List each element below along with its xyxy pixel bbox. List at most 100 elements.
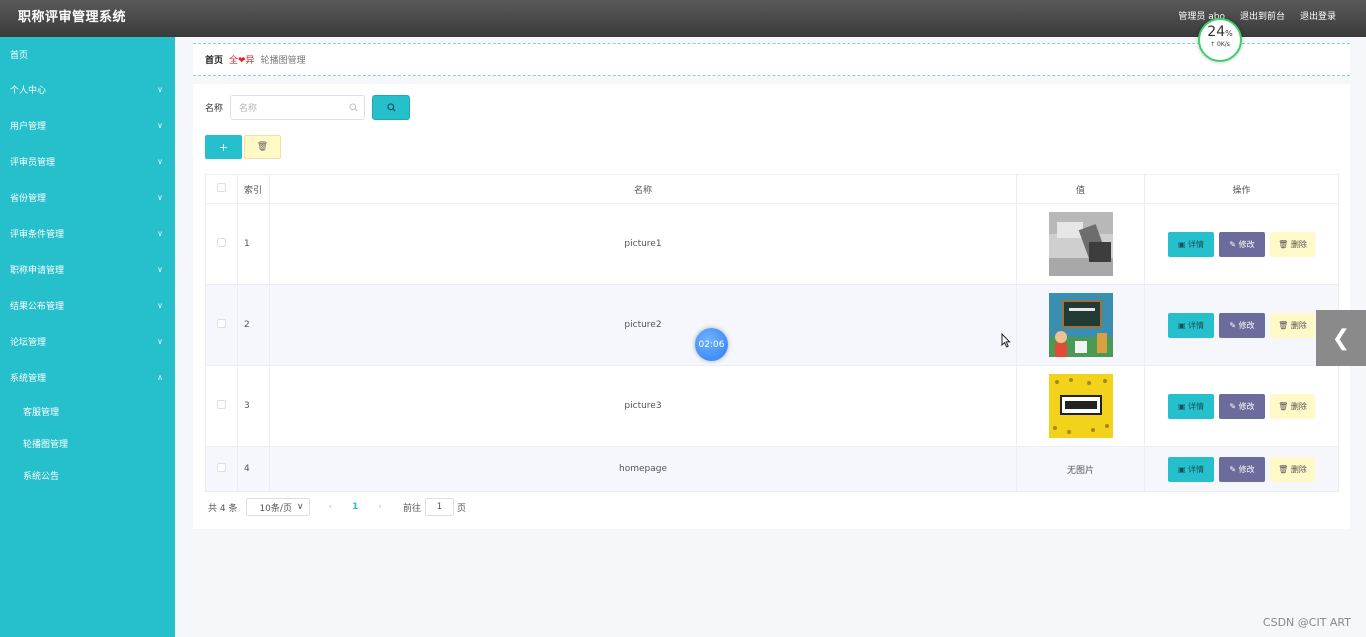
chevron-down-icon: ∨ (157, 156, 163, 166)
top-header: 职称评审管理系统 管理员 abo 退出到前台 退出登录 (0, 0, 1366, 37)
delete-label: 删除 (1290, 320, 1307, 330)
detail-label: 详情 (1188, 239, 1205, 249)
edit-button[interactable]: ✎ 修改 (1219, 456, 1265, 482)
sidebar-item-label: 用户管理 (10, 121, 47, 132)
batch-delete-button[interactable]: 🗑 (244, 135, 281, 159)
pagination: 共 4 条 10条/页 ∨ ‹ 1 › 前往 1 页 (208, 498, 466, 516)
sidebar-item-user-management[interactable]: 用户管理 ∨ (0, 107, 175, 143)
column-header-name: 名称 (269, 174, 1017, 204)
table-row: 1 picture1 ▣ 详情 ✎ 修改 🗑 删除 (205, 203, 1339, 285)
sidebar-item-system-management[interactable]: 系统管理 ∧ (0, 359, 175, 395)
select-all-checkbox[interactable] (217, 183, 226, 192)
select-all-cell (205, 174, 238, 204)
network-speed-widget[interactable]: 24% ↑ 0K/s (1198, 18, 1242, 62)
detail-icon: ▣ (1177, 239, 1189, 249)
delete-button[interactable]: 🗑 删除 (1270, 456, 1315, 482)
row-checkbox[interactable] (217, 238, 226, 247)
edit-button[interactable]: ✎ 修改 (1219, 393, 1265, 419)
logout-link[interactable]: 退出登录 (1300, 9, 1336, 22)
sidebar-item-label: 论坛管理 (10, 337, 47, 348)
row-name: homepage (269, 446, 1017, 492)
breadcrumb-home[interactable]: 首页 (205, 53, 223, 66)
sidebar-item-label: 首页 (10, 50, 29, 61)
search-button[interactable] (372, 95, 411, 120)
trash-icon: 🗑 (256, 142, 269, 152)
row-index: 2 (237, 284, 270, 366)
row-index: 4 (237, 446, 270, 492)
sidebar-item-review-criteria[interactable]: 评审条件管理 ∨ (0, 215, 175, 251)
next-page-icon[interactable]: › (378, 502, 382, 512)
timer-badge[interactable]: 02:06 (695, 328, 728, 361)
sidebar-item-home[interactable]: 首页 (0, 37, 175, 71)
edit-label: 修改 (1238, 401, 1255, 411)
office-photo-thumbnail[interactable] (1048, 212, 1113, 276)
prev-page-icon[interactable]: ‹ (328, 502, 332, 512)
delete-label: 删除 (1290, 464, 1307, 474)
edit-button[interactable]: ✎ 修改 (1219, 231, 1265, 257)
sidebar-subitem-announcement[interactable]: 系统公告 (0, 459, 175, 491)
sidebar-item-label: 系统管理 (10, 373, 47, 384)
detail-button[interactable]: ▣ 详情 (1168, 312, 1214, 338)
chevron-left-icon[interactable]: ❮ (1316, 310, 1366, 366)
row-checkbox[interactable] (217, 463, 226, 472)
sidebar-subitem-carousel[interactable]: 轮播图管理 (0, 427, 175, 459)
trash-icon: 🗑 (1278, 239, 1291, 249)
detail-icon: ▣ (1177, 401, 1189, 411)
row-select-cell (205, 365, 238, 447)
sidebar-item-province-management[interactable]: 省份管理 ∨ (0, 179, 175, 215)
detail-button[interactable]: ▣ 详情 (1168, 393, 1214, 419)
sidebar-item-result-announcement[interactable]: 结果公布管理 ∨ (0, 287, 175, 323)
carousel-table: 索引 名称 值 操作 1 picture1 ▣ 详情 ✎ 修改 🗑 删除 2 p… (205, 174, 1339, 492)
detail-label: 详情 (1188, 401, 1205, 411)
goto-page-input[interactable]: 1 (424, 498, 454, 516)
sidebar-item-label: 职称申请管理 (10, 265, 65, 276)
delete-button[interactable]: 🗑 删除 (1270, 393, 1315, 419)
trash-icon: 🗑 (1278, 464, 1291, 474)
goto-label: 前往 (402, 503, 421, 514)
row-checkbox[interactable] (217, 319, 226, 328)
page-number-current[interactable]: 1 (352, 502, 358, 512)
sidebar-item-title-application[interactable]: 职称申请管理 ∨ (0, 251, 175, 287)
sidebar-item-label: 个人中心 (10, 85, 47, 96)
column-header-index: 索引 (237, 174, 270, 204)
pencil-icon: ✎ (1229, 401, 1239, 411)
sidebar-item-forum-management[interactable]: 论坛管理 ∨ (0, 323, 175, 359)
classroom-illustration-thumbnail[interactable] (1048, 293, 1113, 357)
sidebar-item-label: 评审条件管理 (10, 229, 65, 240)
detail-label: 详情 (1188, 320, 1205, 330)
watermark: CSDN @CIT ART (1262, 616, 1351, 629)
search-input[interactable]: 名称 (230, 95, 366, 120)
yellow-banner-thumbnail[interactable] (1048, 374, 1113, 438)
sidebar-subitem-customer-service[interactable]: 客服管理 (0, 395, 175, 427)
sidebar-item-reviewer-management[interactable]: 评审员管理 ∨ (0, 143, 175, 179)
page-size-select[interactable]: 10条/页 ∨ (246, 498, 311, 516)
row-select-cell (205, 446, 238, 492)
sidebar-item-label: 评审员管理 (10, 157, 56, 168)
breadcrumb-separator: 全❤异 (229, 56, 255, 66)
chevron-down-icon: ∨ (157, 264, 163, 274)
header-links: 管理员 abo 退出到前台 退出登录 (1178, 9, 1336, 22)
main-panel: 名称 名称 + 🗑 索引 名称 值 操作 1 picture1 ▣ 详情 ✎ 修… (193, 84, 1350, 529)
speed-percent: 24 (1207, 24, 1226, 40)
delete-label: 删除 (1290, 401, 1307, 411)
sidebar-item-personal-center[interactable]: 个人中心 ∨ (0, 71, 175, 107)
speed-rate: 0K/s (1217, 41, 1230, 48)
delete-button[interactable]: 🗑 删除 (1270, 231, 1315, 257)
row-index: 3 (237, 365, 270, 447)
add-button[interactable]: + (205, 135, 242, 159)
speed-percent-unit: % (1225, 29, 1233, 38)
detail-button[interactable]: ▣ 详情 (1168, 456, 1214, 482)
table-header: 索引 名称 值 操作 (205, 174, 1339, 204)
edit-button[interactable]: ✎ 修改 (1219, 312, 1265, 338)
row-actions-cell: ▣ 详情 ✎ 修改 🗑 删除 (1144, 365, 1339, 447)
pencil-icon: ✎ (1229, 239, 1239, 249)
chevron-down-icon: ∨ (157, 336, 163, 346)
delete-button[interactable]: 🗑 删除 (1270, 312, 1315, 338)
page-size-value: 10条/页 (259, 503, 292, 514)
exit-to-frontend-link[interactable]: 退出到前台 (1240, 9, 1285, 22)
column-header-value: 值 (1016, 174, 1145, 204)
row-value-text: 无图片 (1016, 446, 1145, 492)
detail-button[interactable]: ▣ 详情 (1168, 231, 1214, 257)
edit-label: 修改 (1238, 320, 1255, 330)
row-checkbox[interactable] (217, 400, 226, 409)
